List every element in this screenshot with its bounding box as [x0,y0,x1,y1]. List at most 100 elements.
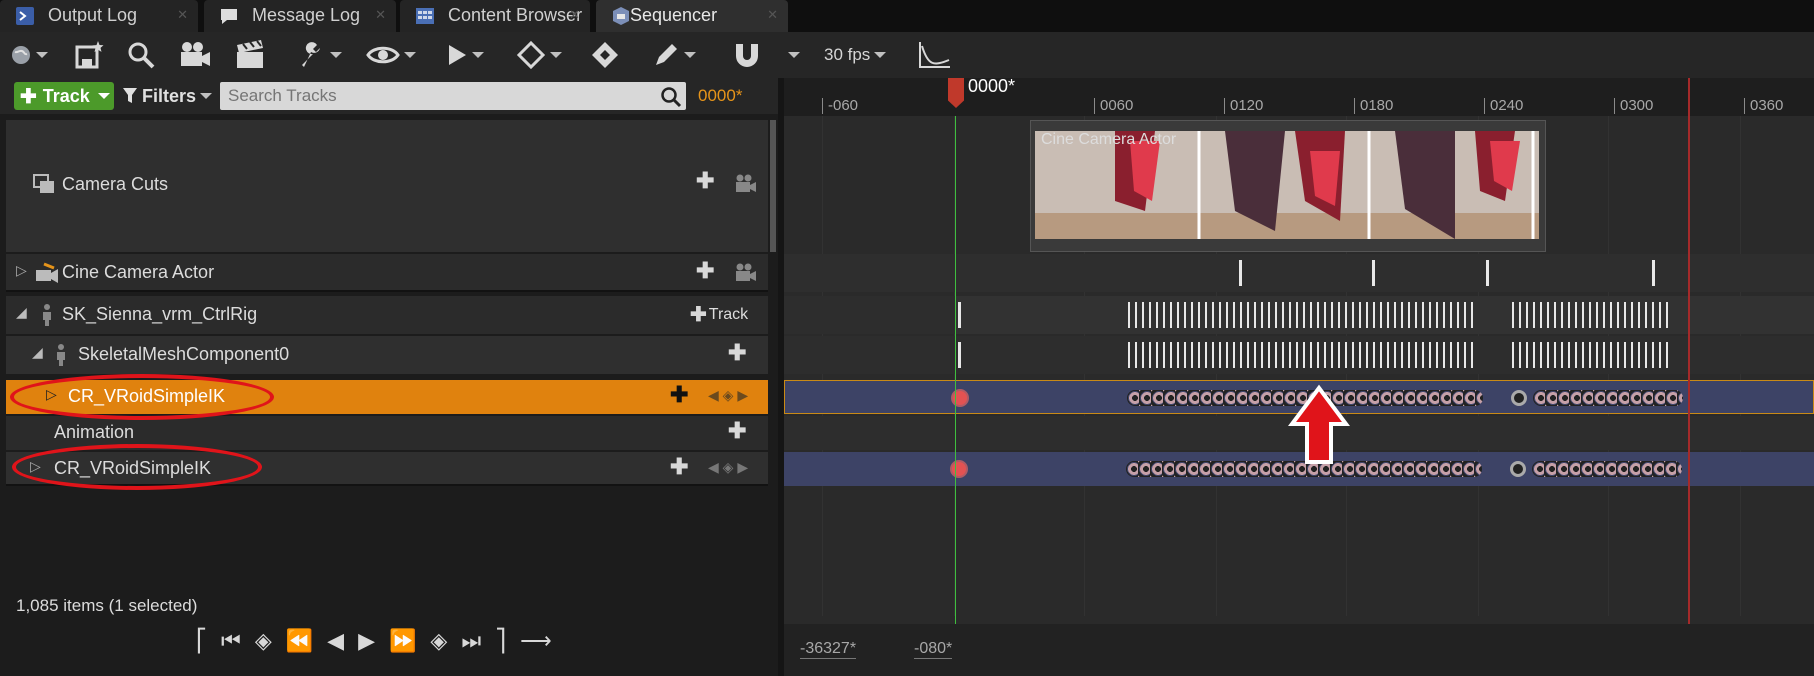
collapse-arrow-icon[interactable]: ◢ [32,344,43,361]
key-tick[interactable] [1652,260,1655,286]
keyframe[interactable] [951,389,969,407]
key-navigation-icon[interactable]: ◀ ◈ ▶ [708,387,748,404]
curve-editor-button[interactable] [916,38,952,72]
keyframe-group[interactable] [1532,461,1682,477]
add-icon[interactable]: ✚ [728,340,746,366]
expand-arrow-icon[interactable]: ▷ [16,262,27,279]
edit-mode-button[interactable] [652,38,696,72]
timeline-area[interactable]: -060 0060 0120 0180 0240 0300 0360 0000*… [784,78,1814,676]
key-ticks-dense[interactable] [1512,342,1672,368]
jump-to-start-icon[interactable]: ⎡ [196,628,207,654]
camera-button[interactable] [178,38,212,72]
ctrlrig-lane[interactable] [784,296,1814,334]
track-label: Animation [54,422,135,442]
play-icon[interactable]: ▶ [358,628,375,654]
previous-key-icon[interactable]: ⏮ [221,628,241,654]
snapping-options-dropdown[interactable] [784,38,800,72]
key-tag-button[interactable] [590,38,620,72]
skeletal-mesh-component-track[interactable]: ◢ SkeletalMeshComponent0 ✚ [6,336,768,374]
plus-icon: ✚ [690,304,707,326]
jump-to-end-icon[interactable]: ⎤ [495,628,506,654]
items-count: 1,085 items (1 selected) [16,596,198,615]
key-options-button[interactable] [516,38,562,72]
tools-button[interactable] [298,38,342,72]
view-options-button[interactable] [366,38,416,72]
camera-section-label: Cine Camera Actor [1041,131,1177,148]
key-diamond-right-icon[interactable]: ◈ [430,628,447,654]
key-tick[interactable] [1486,260,1489,286]
skeletal-mesh-lane[interactable] [784,336,1814,374]
tab-sequencer[interactable]: Sequencer ✕ [596,0,788,32]
camera-add-icon[interactable] [734,174,758,194]
loop-icon[interactable]: ⟶ [520,628,552,654]
sequencer-icon [613,7,629,25]
tab-output-log[interactable]: Output Log ✕ [0,0,198,32]
close-icon[interactable]: ✕ [767,0,778,30]
add-icon[interactable]: ✚ [696,168,714,194]
range-start-field[interactable]: -36327* [800,640,857,659]
find-button[interactable] [126,38,156,72]
scrollbar[interactable] [770,120,776,252]
playhead-line [955,116,956,624]
time-ruler[interactable]: -060 0060 0120 0180 0240 0300 0360 0000* [784,78,1814,116]
key-tick[interactable] [1239,260,1242,286]
wrench-icon [302,42,320,67]
camera-cut-section[interactable]: Cine Camera Actor [1030,120,1546,252]
playhead-time-label: 0000* [968,78,1016,96]
tab-bar: Output Log ✕ Message Log ✕ Content Brows… [0,0,1814,32]
cine-camera-actor-track[interactable]: ▷ Cine Camera Actor ✚ [6,254,768,292]
camera-cuts-track[interactable]: Camera Cuts ✚ [6,120,776,252]
magnet-icon [736,44,758,67]
camera-add-icon[interactable] [734,263,758,283]
search-tracks-input[interactable] [220,82,686,110]
end-range-marker[interactable] [1688,78,1690,624]
globe-icon [12,46,30,64]
save-button[interactable] [74,38,106,72]
step-back-icon[interactable]: ⏪ [286,628,313,654]
tab-content-browser[interactable]: Content Browser ✕ [400,0,590,32]
key-ticks-dense[interactable] [1512,302,1668,328]
play-reverse-icon[interactable]: ◀ [327,628,344,654]
next-key-icon[interactable]: ⏭ [461,628,481,654]
key-ticks-dense[interactable] [1128,342,1478,368]
filters-button[interactable]: Filters [122,82,213,110]
keyframe-group[interactable] [1533,390,1683,406]
close-icon[interactable]: ✕ [375,0,386,30]
world-button[interactable] [10,38,48,72]
render-movie-button[interactable] [234,38,266,72]
ruler-tick: 0300 [1614,98,1653,114]
key-tick[interactable] [958,302,961,328]
add-track-label: Track [42,85,90,106]
add-icon[interactable]: ✚ [670,382,688,408]
pencil-icon [656,44,677,65]
keyframe[interactable] [1510,461,1526,477]
add-icon[interactable]: ✚ [728,418,746,444]
framerate-dropdown[interactable]: 30 fps [824,38,887,72]
curve-editor-icon [919,42,950,68]
key-navigation-icon[interactable]: ◀ ◈ ▶ [708,459,748,476]
add-icon[interactable]: ✚ [696,258,714,284]
range-end-field[interactable]: -080* [914,640,953,659]
playback-options-button[interactable] [446,38,484,72]
add-track-button[interactable]: ✚ Track [14,82,114,110]
current-time-display: 0000* [698,86,743,105]
filter-bar: ✚ Track Filters 0000* [0,78,778,114]
key-diamond-left-icon[interactable]: ◈ [255,628,272,654]
key-ticks-dense[interactable] [1128,302,1478,328]
snapping-button[interactable] [732,38,762,72]
close-icon[interactable]: ✕ [177,0,188,30]
collapse-arrow-icon[interactable]: ◢ [16,304,27,321]
cine-camera-lane[interactable] [784,254,1814,292]
keyframe[interactable] [950,460,968,478]
key-tick[interactable] [958,342,961,368]
close-icon[interactable]: ✕ [569,0,580,30]
search-icon[interactable] [660,86,682,108]
ctrlrig-track[interactable]: ◢ SK_Sienna_vrm_CtrlRig ✚ Track [6,296,768,334]
ruler-tick: 0120 [1224,98,1263,114]
add-track-to-actor-button[interactable]: ✚ Track [690,302,748,327]
step-forward-icon[interactable]: ⏩ [389,628,416,654]
add-icon[interactable]: ✚ [670,454,688,480]
key-tick[interactable] [1372,260,1375,286]
keyframe[interactable] [1511,390,1527,406]
tab-message-log[interactable]: Message Log ✕ [204,0,396,32]
